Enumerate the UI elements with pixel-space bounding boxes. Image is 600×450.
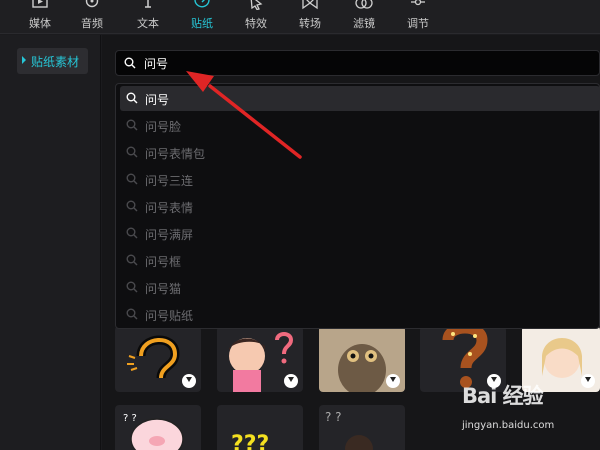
sidebar: 贴纸素材 <box>0 35 101 450</box>
adjust-icon <box>411 0 425 6</box>
search-icon <box>126 119 138 131</box>
suggestion-label: 问号表情包 <box>145 147 206 161</box>
sidebar-item-sticker-assets[interactable]: 贴纸素材 <box>17 48 88 74</box>
watermark-logo: Bai 经验 <box>462 384 544 408</box>
sticker-pig: ? ? <box>123 413 184 450</box>
sticker-triple-question: ??? <box>231 432 269 450</box>
tool-label: 调节 <box>407 17 429 30</box>
tool-text[interactable]: 文本 <box>124 0 172 34</box>
tool-adjust[interactable]: 调节 <box>394 0 442 34</box>
suggestion-item[interactable]: 问号三连 <box>120 167 600 192</box>
tool-label: 特效 <box>245 17 267 30</box>
sticker-tile[interactable] <box>217 326 303 392</box>
sticker-face: ? ? <box>325 410 373 450</box>
tool-label: 滤镜 <box>353 17 375 30</box>
media-icon <box>32 0 48 8</box>
suggestion-item[interactable]: 问号 <box>120 86 600 111</box>
sticker-tile[interactable]: ??? <box>217 405 303 450</box>
watermark: Bai 经验 jingyan.baidu.com <box>462 380 600 450</box>
search-icon <box>126 173 138 185</box>
suggestion-item[interactable]: 问号贴纸 <box>120 302 600 327</box>
suggestion-label: 问号满屏 <box>145 228 194 242</box>
svg-text:? ?: ? ? <box>123 413 137 424</box>
sticker-tile[interactable] <box>319 326 405 392</box>
sticker-tile[interactable] <box>115 326 201 392</box>
suggestion-item[interactable]: 问号框 <box>120 248 600 273</box>
suggestion-item[interactable]: 问号猫 <box>120 275 600 300</box>
tool-audio[interactable]: 音频 <box>68 0 116 34</box>
audio-icon <box>85 0 99 8</box>
download-icon[interactable] <box>386 374 400 388</box>
tool-sticker[interactable]: 贴纸 <box>178 0 226 34</box>
search-input[interactable] <box>144 53 544 73</box>
download-icon[interactable] <box>284 374 298 388</box>
tool-effects[interactable]: 特效 <box>232 0 280 34</box>
search-icon <box>126 281 138 293</box>
effects-icon <box>250 0 263 10</box>
sidebar-item-label: 贴纸素材 <box>31 55 80 69</box>
sticker-tile[interactable]: ? ? <box>319 405 405 450</box>
svg-text:? ?: ? ? <box>325 410 342 424</box>
suggestion-label: 问号三连 <box>145 174 194 188</box>
search-icon <box>126 146 138 158</box>
svg-text:???: ??? <box>231 432 269 450</box>
suggestion-label: 问号脸 <box>145 120 182 134</box>
suggestion-item[interactable]: 问号脸 <box>120 113 600 138</box>
tool-label: 文本 <box>137 17 159 30</box>
tool-media[interactable]: 媒体 <box>16 0 64 34</box>
suggestion-label: 问号猫 <box>145 282 182 296</box>
suggestion-item[interactable]: 问号表情包 <box>120 140 600 165</box>
sticker-tile[interactable]: ? ? <box>115 405 201 450</box>
search-icon <box>126 200 138 212</box>
top-toolbar: 媒体 音频 文本 贴纸 特效 转场 滤镜 调节 <box>0 0 600 34</box>
filter-icon <box>355 0 373 9</box>
text-icon <box>145 0 151 8</box>
tool-label: 转场 <box>299 17 321 30</box>
transition-icon <box>302 0 318 10</box>
search-suggestions: 问号 问号脸 问号表情包 问号三连 问号表情 问号满屏 问号框 问号猫 问号贴纸 <box>115 83 600 329</box>
suggestion-item[interactable]: 问号满屏 <box>120 221 600 246</box>
sticker-icon <box>194 0 210 8</box>
suggestion-label: 问号表情 <box>145 201 194 215</box>
search-icon <box>126 254 138 266</box>
tool-label: 音频 <box>81 17 103 30</box>
search-icon <box>126 92 138 104</box>
suggestion-label: 问号框 <box>145 255 182 269</box>
watermark-url: jingyan.baidu.com <box>462 420 555 431</box>
tool-filter[interactable]: 滤镜 <box>340 0 388 34</box>
caret-right-icon <box>22 56 26 64</box>
tool-label: 媒体 <box>29 17 51 30</box>
search-icon <box>126 227 138 239</box>
tool-label: 贴纸 <box>191 17 213 30</box>
search-icon <box>126 308 138 320</box>
download-icon[interactable] <box>182 374 196 388</box>
suggestion-label: 问号 <box>145 93 170 107</box>
search-bar[interactable] <box>115 50 600 76</box>
suggestion-item[interactable]: 问号表情 <box>120 194 600 219</box>
search-icon <box>124 57 136 69</box>
suggestion-label: 问号贴纸 <box>145 309 194 323</box>
tool-transition[interactable]: 转场 <box>286 0 334 34</box>
